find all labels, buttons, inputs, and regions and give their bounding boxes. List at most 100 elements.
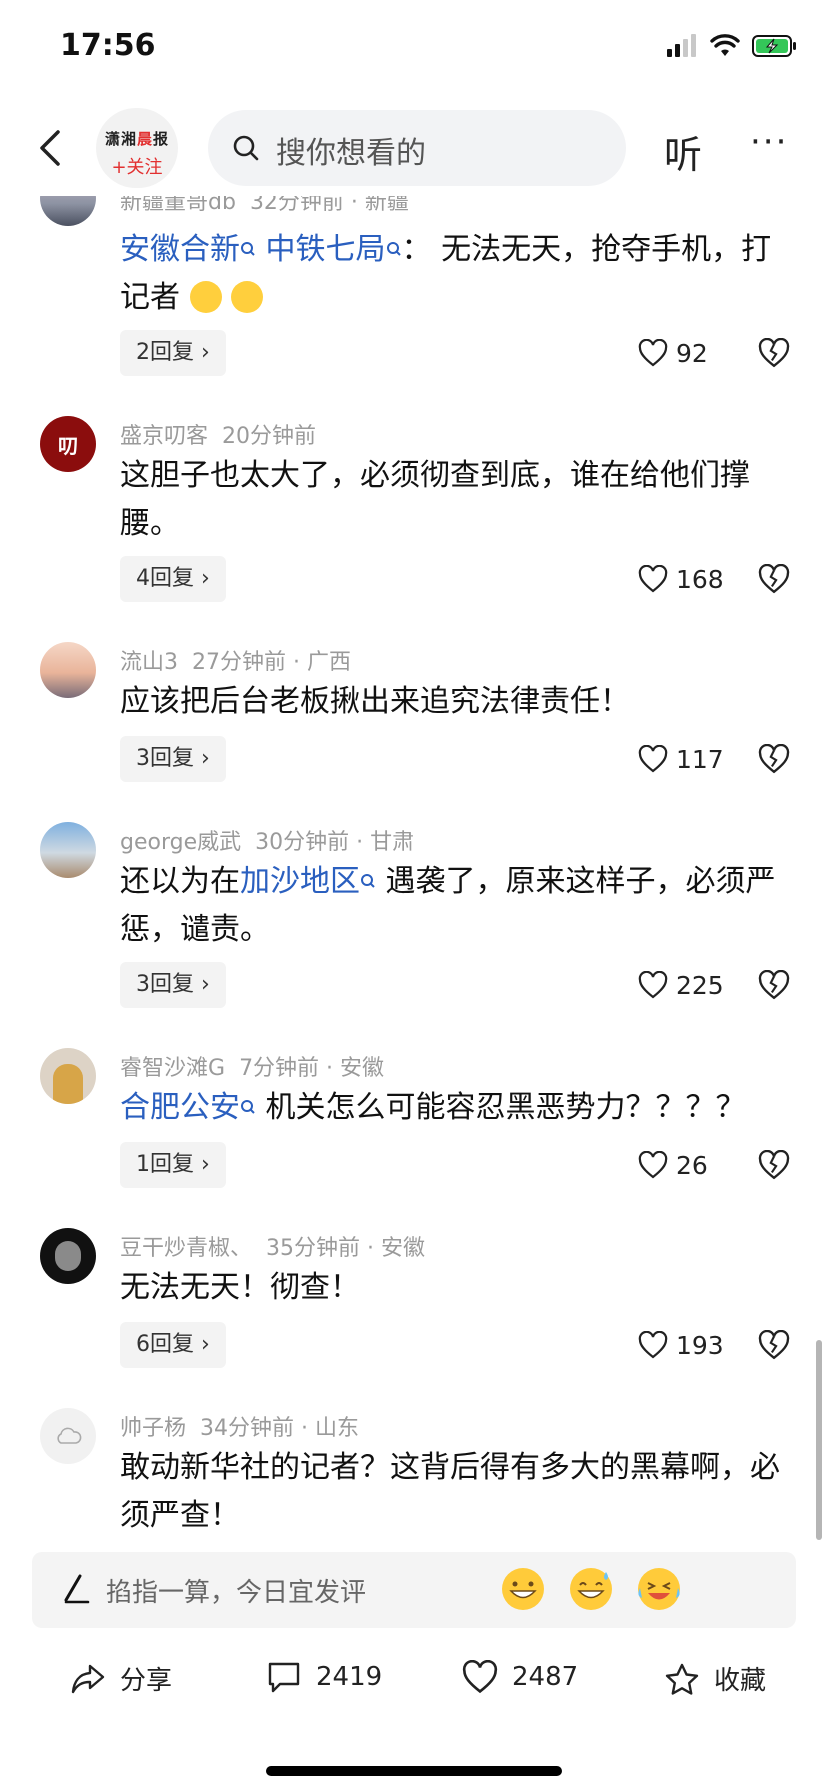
heart-icon <box>462 1660 498 1694</box>
comment-item: 叨 盛京叨客 20分钟前 这胆子也太大了，必须彻查到底，谁在给他们撑腰。 4回复… <box>0 410 828 640</box>
comment-item: george威武 30分钟前 · 甘肃 还以为在加沙地区 遇袭了，原来这样子，必… <box>0 816 828 1046</box>
like-button[interactable]: 92 <box>638 330 708 376</box>
heart-icon <box>638 971 668 999</box>
comment-item: 新疆董哥db 32分钟前 · 新疆 安徽合新 中铁七局： 无法无天，抢夺手机，打… <box>0 170 828 410</box>
comment-meta: 流山3 27分钟前 · 广西 <box>120 650 351 675</box>
logo-text: 潇湘晨报 <box>104 130 170 148</box>
search-icon <box>233 135 259 161</box>
laughing-tears-emoji[interactable] <box>636 1566 682 1612</box>
more-options-button[interactable]: ··· <box>750 122 788 162</box>
crying-face-emoji <box>189 281 222 313</box>
dislike-button[interactable] <box>758 736 790 782</box>
comment-meta: 豆干炒青椒、 35分钟前 · 安徽 <box>120 1236 426 1261</box>
dislike-button[interactable] <box>758 962 790 1008</box>
broken-heart-icon <box>758 1330 790 1360</box>
cloud-icon <box>57 1427 82 1444</box>
comment-text: 敢动新华社的记者？这背后得有多大的黑幕啊，必须严查！ <box>120 1450 780 1533</box>
search-mini-icon <box>241 1100 255 1114</box>
reply-count-button[interactable]: 1回复 › <box>120 1142 226 1188</box>
status-bar: 17:56 <box>0 0 828 100</box>
broken-heart-icon <box>758 744 790 774</box>
favorite-button[interactable]: 收藏 <box>664 1660 766 1697</box>
grinning-face-emoji[interactable] <box>500 1566 546 1612</box>
like-count: 92 <box>676 338 708 368</box>
comment-meta: 帅子杨 34分钟前 · 山东 <box>120 1416 360 1441</box>
top-nav: 潇湘晨报 +关注 搜你想看的 听 ··· <box>0 100 828 196</box>
comment-input-bar[interactable]: 掐指一算，今日宜发评 <box>32 1552 796 1628</box>
heart-icon <box>638 745 668 773</box>
dislike-button[interactable] <box>758 330 790 376</box>
comments-button[interactable]: 2419 <box>266 1660 382 1694</box>
reply-count-button[interactable]: 6回复 › <box>120 1322 226 1368</box>
share-button[interactable]: 分享 <box>70 1660 172 1697</box>
back-arrow-icon[interactable] <box>34 128 66 168</box>
pen-icon <box>64 1574 90 1604</box>
topic-link[interactable]: 加沙地区 <box>240 864 360 899</box>
heart-icon <box>638 339 668 367</box>
broken-heart-icon <box>758 970 790 1000</box>
favorite-label: 收藏 <box>714 1666 767 1696</box>
avatar[interactable] <box>40 1408 96 1464</box>
avatar[interactable] <box>40 822 96 878</box>
avatar[interactable] <box>40 1228 96 1284</box>
search-placeholder: 搜你想看的 <box>276 136 426 171</box>
reply-count-button[interactable]: 2回复 › <box>120 330 226 376</box>
topic-link[interactable]: 中铁七局 <box>266 232 386 267</box>
comment-bubble-icon <box>268 1662 300 1693</box>
sweat-smile-emoji[interactable] <box>568 1566 614 1612</box>
cellular-signal-icon <box>667 34 696 57</box>
like-button[interactable]: 225 <box>638 962 724 1008</box>
comment-count: 2419 <box>316 1662 383 1692</box>
comment-item: 豆干炒青椒、 35分钟前 · 安徽 无法无天！彻查！ 6回复 › 193 <box>0 1222 828 1402</box>
heart-icon <box>638 565 668 593</box>
publisher-logo[interactable]: 潇湘晨报 +关注 <box>96 108 178 188</box>
comment-meta: 睿智沙滩G 7分钟前 · 安徽 <box>120 1056 385 1081</box>
wifi-icon <box>710 34 740 56</box>
listen-button[interactable]: 听 <box>664 124 702 179</box>
status-icons <box>666 34 798 58</box>
scrollbar[interactable] <box>816 1340 822 1540</box>
like-article-button[interactable]: 2487 <box>462 1660 578 1694</box>
like-button[interactable]: 193 <box>638 1322 724 1368</box>
heart-icon <box>638 1331 668 1359</box>
reply-count-button[interactable]: 3回复 › <box>120 962 226 1008</box>
search-mini-icon <box>241 242 255 256</box>
topic-link[interactable]: 合肥公安 <box>120 1090 240 1125</box>
like-button[interactable]: 168 <box>638 556 724 602</box>
avatar[interactable] <box>40 1048 96 1104</box>
comment-item: 帅子杨 34分钟前 · 山东 敢动新华社的记者？这背后得有多大的黑幕啊，必须严查… <box>0 1402 828 1552</box>
search-mini-icon <box>361 874 375 888</box>
comment-text: 应该把后台老板揪出来追究法律责任！ <box>120 684 630 719</box>
comment-input-placeholder: 掐指一算，今日宜发评 <box>106 1578 367 1608</box>
comment-text: 无法无天！彻查！ <box>120 1270 360 1305</box>
home-indicator[interactable] <box>266 1766 562 1776</box>
broken-heart-icon <box>758 564 790 594</box>
like-button[interactable]: 26 <box>638 1142 708 1188</box>
star-icon <box>665 1663 699 1695</box>
dislike-button[interactable] <box>758 1322 790 1368</box>
like-count: 193 <box>676 1330 724 1360</box>
comment-text: 合肥公安 机关怎么可能容忍黑恶势力？？？？ <box>120 1090 746 1125</box>
topic-link[interactable]: 安徽合新 <box>120 232 240 267</box>
article-like-count: 2487 <box>512 1662 579 1692</box>
like-count: 168 <box>676 564 724 594</box>
dislike-button[interactable] <box>758 1142 790 1188</box>
comment-item: 睿智沙滩G 7分钟前 · 安徽 合肥公安 机关怎么可能容忍黑恶势力？？？？ 1回… <box>0 1042 828 1222</box>
like-button[interactable]: 117 <box>638 736 724 782</box>
broken-heart-icon <box>758 1150 790 1180</box>
dislike-button[interactable] <box>758 556 790 602</box>
battery-charging-icon <box>752 35 796 57</box>
follow-button[interactable]: +关注 <box>96 153 178 179</box>
broken-heart-icon <box>758 338 790 368</box>
reply-count-button[interactable]: 4回复 › <box>120 556 226 602</box>
crying-face-emoji <box>231 281 264 313</box>
share-icon <box>71 1664 105 1693</box>
reply-count-button[interactable]: 3回复 › <box>120 736 226 782</box>
comment-text: 这胆子也太大了，必须彻查到底，谁在给他们撑腰。 <box>120 458 750 541</box>
avatar[interactable] <box>40 642 96 698</box>
bottom-action-bar: 分享 2419 2487 收藏 <box>0 1640 828 1730</box>
search-bar[interactable]: 搜你想看的 <box>208 110 626 186</box>
comment-text: 还以为在加沙地区 遇袭了，原来这样子，必须严惩，谴责。 <box>120 864 776 947</box>
heart-icon <box>638 1151 668 1179</box>
avatar[interactable]: 叨 <box>40 416 96 472</box>
